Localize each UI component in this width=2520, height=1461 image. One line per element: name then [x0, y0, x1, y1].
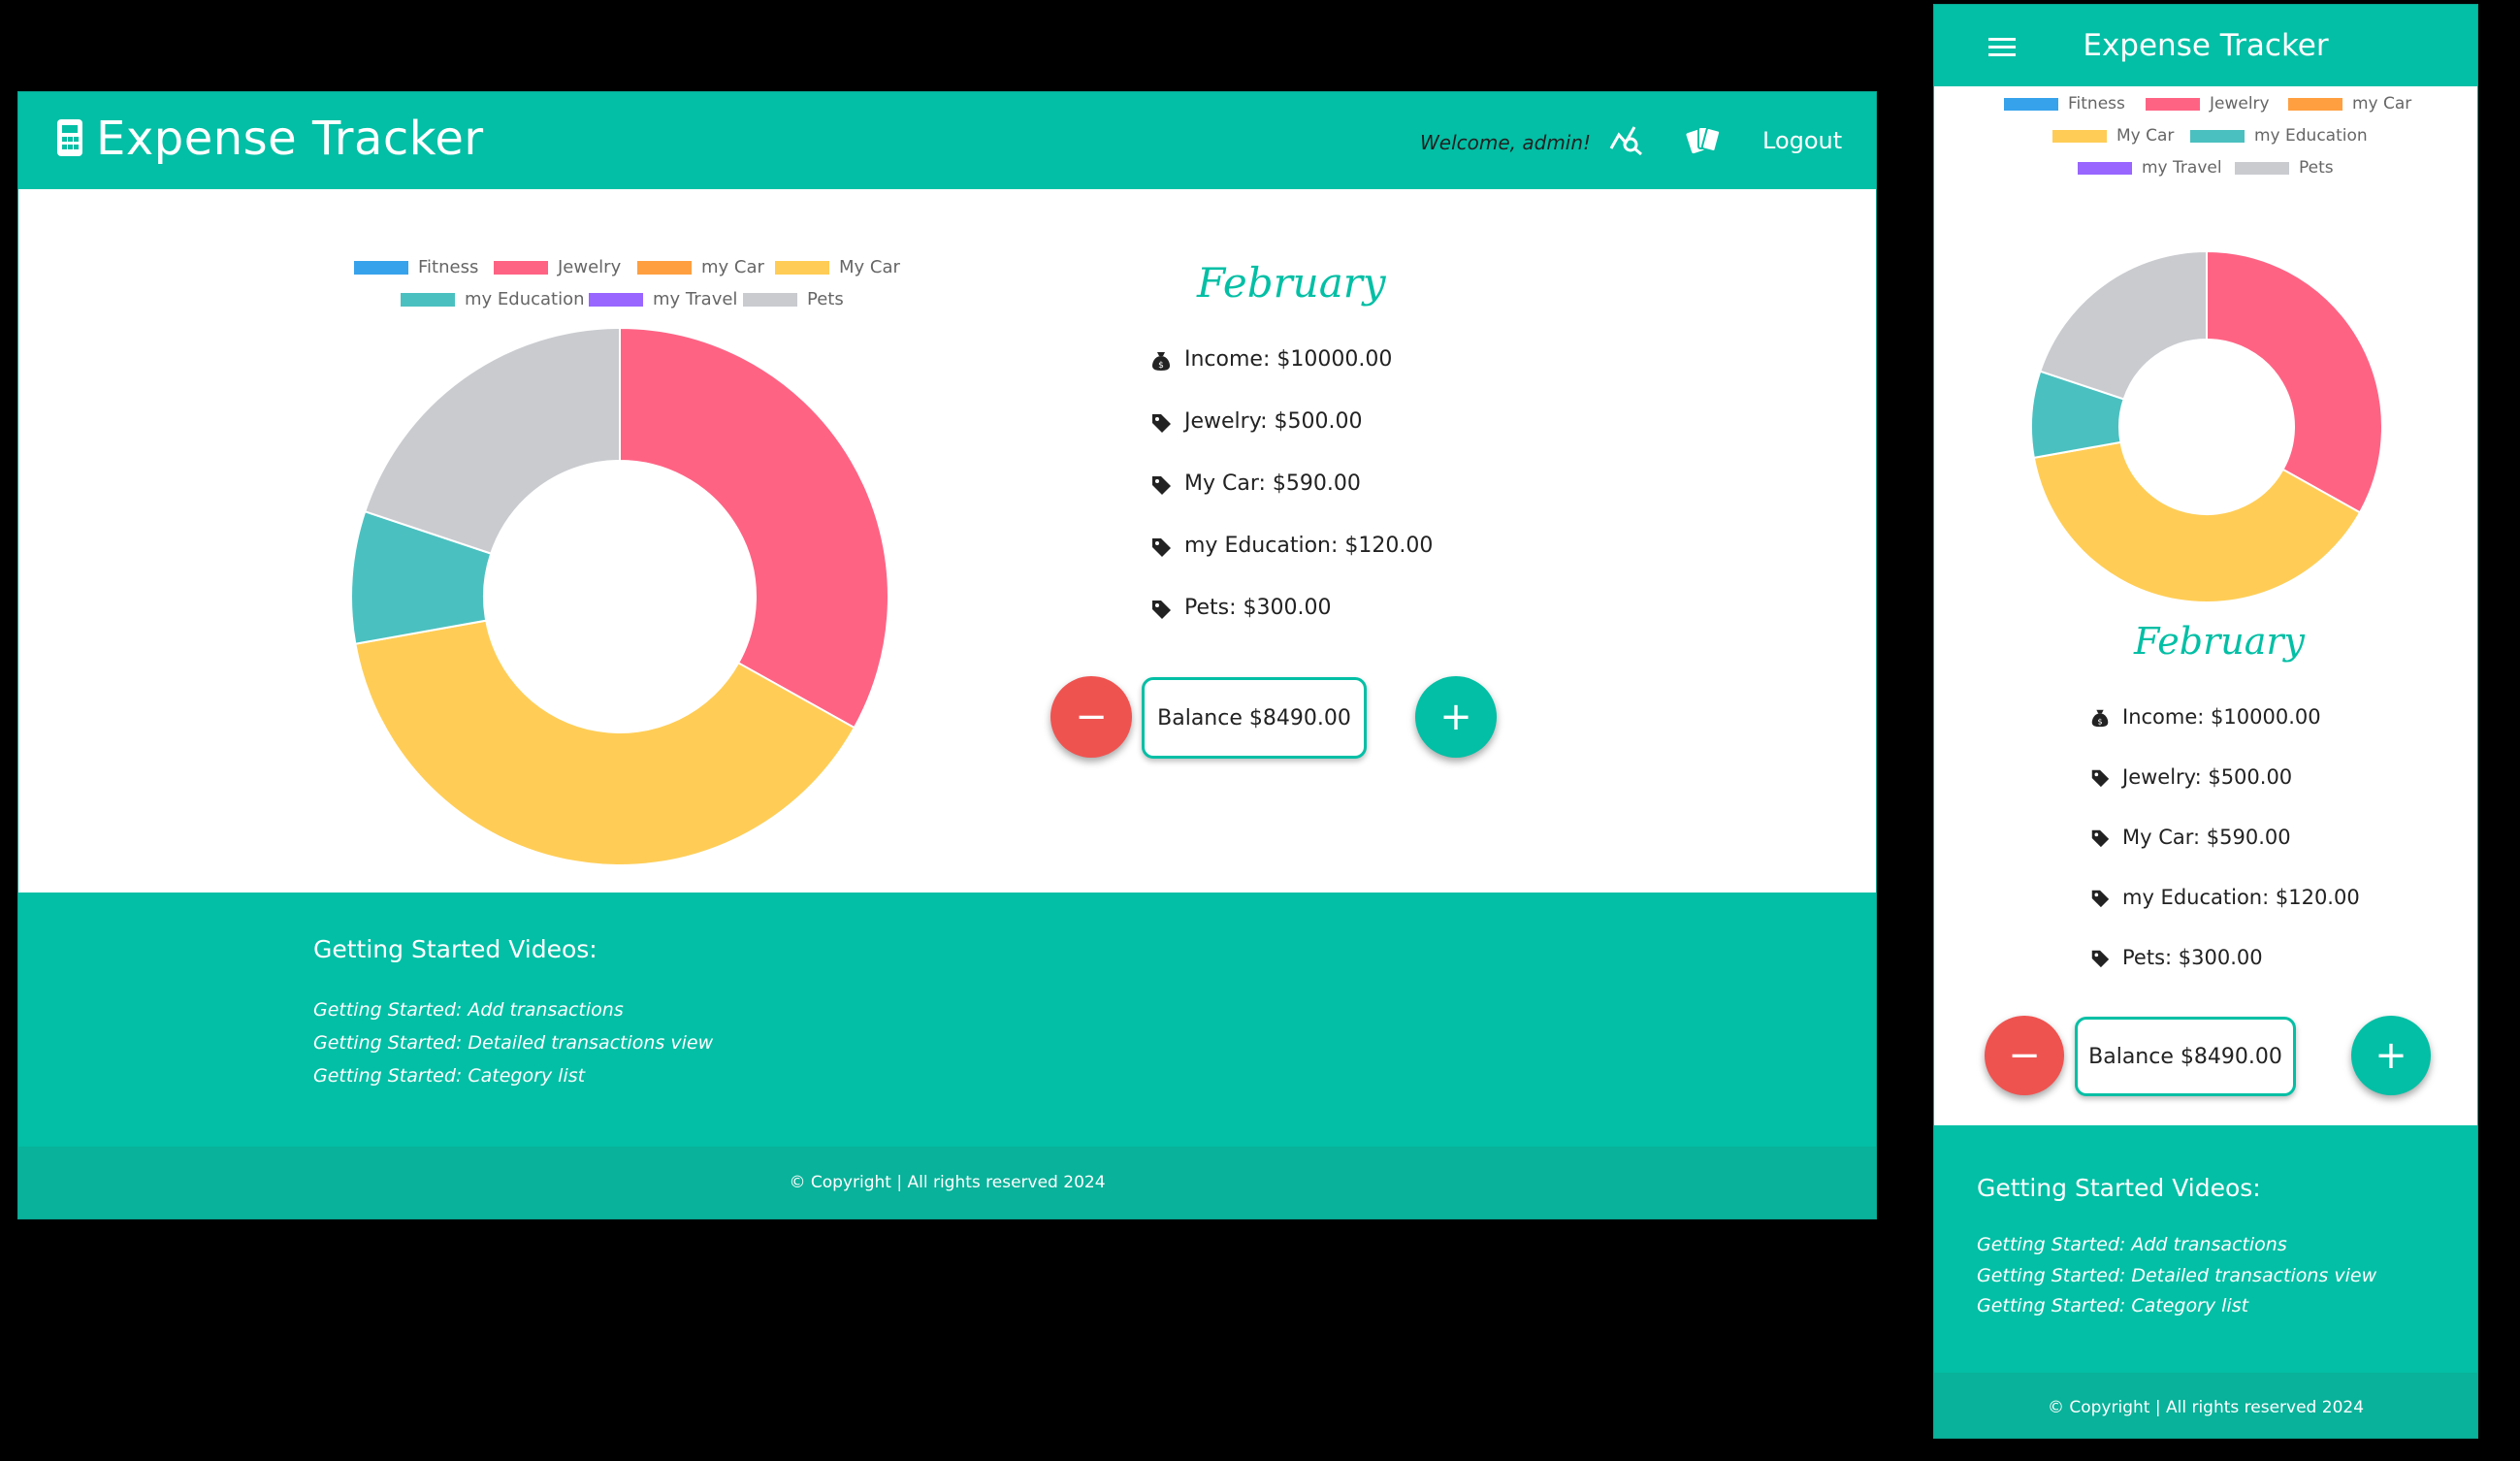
summary-item: My Car: $590.00	[2122, 826, 2291, 849]
legend-label[interactable]: Fitness	[418, 257, 478, 277]
donut-slice-pets[interactable]	[364, 326, 621, 555]
summary-item: Income: $10000.00	[1184, 347, 1393, 372]
chart-search-icon[interactable]	[1609, 121, 1644, 156]
balance-display: Balance $8490.00	[1142, 677, 1367, 759]
footer-link[interactable]: Getting Started: Category list	[1977, 1295, 2248, 1316]
minus-button[interactable]: −	[1050, 676, 1132, 758]
month-title: February	[1197, 259, 1386, 307]
legend-label[interactable]: Fitness	[2068, 94, 2125, 114]
expense-doughnut-chart	[2030, 249, 2383, 603]
legend-swatch[interactable]	[354, 261, 408, 275]
legend-swatch[interactable]	[494, 261, 548, 275]
minus-button[interactable]: −	[1985, 1016, 2064, 1095]
tag-icon	[1149, 598, 1173, 625]
money-bag-icon: $	[2089, 707, 2111, 732]
welcome-text: Welcome, admin!	[1420, 131, 1592, 154]
legend-label[interactable]: my Travel	[653, 289, 737, 309]
tag-icon	[1149, 411, 1173, 438]
summary-item: Pets: $300.00	[1184, 596, 1332, 620]
calculator-icon	[57, 119, 82, 156]
legend-swatch[interactable]	[775, 261, 829, 275]
legend-label[interactable]: My Car	[2116, 126, 2174, 146]
mobile-window: Expense Tracker February − Balance $8490…	[1933, 4, 2478, 1439]
copyright: © Copyright | All rights reserved 2024	[18, 1147, 1876, 1218]
legend-swatch[interactable]	[2288, 98, 2342, 111]
tag-icon	[2089, 948, 2111, 973]
legend-label[interactable]: my Education	[465, 289, 585, 309]
footer-title: Getting Started Videos:	[313, 935, 598, 963]
footer-link[interactable]: Getting Started: Detailed transactions v…	[1977, 1265, 2376, 1286]
footer-link[interactable]: Getting Started: Detailed transactions v…	[313, 1032, 713, 1054]
tag-icon	[2089, 888, 2111, 913]
money-bag-icon: $	[1149, 349, 1173, 376]
legend-swatch[interactable]	[2004, 98, 2058, 111]
legend-swatch[interactable]	[589, 293, 643, 307]
legend-swatch[interactable]	[2146, 98, 2200, 111]
legend-swatch[interactable]	[2078, 162, 2132, 175]
brand-title[interactable]: Expense Tracker	[96, 112, 484, 166]
navbar: Expense Tracker Welcome, admin! Logout	[18, 92, 1876, 189]
svg-text:$: $	[1158, 361, 1164, 371]
desktop-window: Expense Tracker Welcome, admin! Logout F…	[17, 91, 1877, 1219]
summary-item: my Education: $120.00	[2122, 886, 2360, 909]
legend-label[interactable]: my Travel	[2142, 158, 2222, 178]
summary-item: Jewelry: $500.00	[2122, 765, 2293, 789]
legend-swatch[interactable]	[637, 261, 692, 275]
summary-item: Jewelry: $500.00	[1184, 409, 1363, 434]
donut-slice-jewelry[interactable]	[619, 326, 889, 730]
footer: Getting Started Videos: Getting Started:…	[1934, 1125, 2477, 1438]
legend-swatch[interactable]	[401, 293, 455, 307]
copyright: © Copyright | All rights reserved 2024	[1934, 1373, 2477, 1438]
donut-slice-pets[interactable]	[2039, 249, 2208, 401]
footer-link[interactable]: Getting Started: Category list	[313, 1065, 585, 1087]
footer-title: Getting Started Videos:	[1977, 1174, 2261, 1202]
svg-text:$: $	[2097, 716, 2102, 726]
logout-link[interactable]: Logout	[1762, 127, 1842, 154]
legend-label[interactable]: my Car	[701, 257, 764, 277]
legend-label[interactable]: Jewelry	[558, 257, 621, 277]
donut-slice-jewelry[interactable]	[2206, 249, 2383, 514]
tag-icon	[1149, 473, 1173, 501]
legend-swatch[interactable]	[2235, 162, 2289, 175]
plus-button[interactable]: +	[1415, 676, 1497, 758]
brand-title[interactable]: Expense Tracker	[1934, 28, 2477, 63]
summary-item: My Car: $590.00	[1184, 471, 1361, 496]
footer: Getting Started Videos: Getting Started:…	[18, 893, 1876, 1218]
legend-swatch[interactable]	[2052, 130, 2107, 143]
footer-link[interactable]: Getting Started: Add transactions	[1977, 1234, 2287, 1255]
legend-swatch[interactable]	[743, 293, 797, 307]
month-title: February	[2134, 620, 2306, 663]
plus-button[interactable]: +	[2351, 1016, 2431, 1095]
tag-icon	[2089, 828, 2111, 853]
legend-label[interactable]: Jewelry	[2210, 94, 2270, 114]
legend-label[interactable]: Pets	[2299, 158, 2334, 178]
tag-icon	[2089, 767, 2111, 793]
legend-label[interactable]: my Car	[2352, 94, 2411, 114]
summary-item: my Education: $120.00	[1184, 534, 1434, 558]
legend-label[interactable]: my Education	[2254, 126, 2368, 146]
summary-item: Pets: $300.00	[2122, 946, 2263, 969]
expense-doughnut-chart	[350, 326, 889, 866]
tag-icon	[1149, 536, 1173, 563]
balance-display: Balance $8490.00	[2075, 1017, 2296, 1096]
footer-link[interactable]: Getting Started: Add transactions	[313, 999, 624, 1021]
legend-label[interactable]: Pets	[807, 289, 844, 309]
legend-label[interactable]: My Car	[839, 257, 900, 277]
legend-swatch[interactable]	[2190, 130, 2245, 143]
summary-item: Income: $10000.00	[2122, 705, 2321, 729]
cards-icon[interactable]	[1685, 121, 1722, 156]
mobile-navbar: Expense Tracker	[1934, 5, 2477, 86]
